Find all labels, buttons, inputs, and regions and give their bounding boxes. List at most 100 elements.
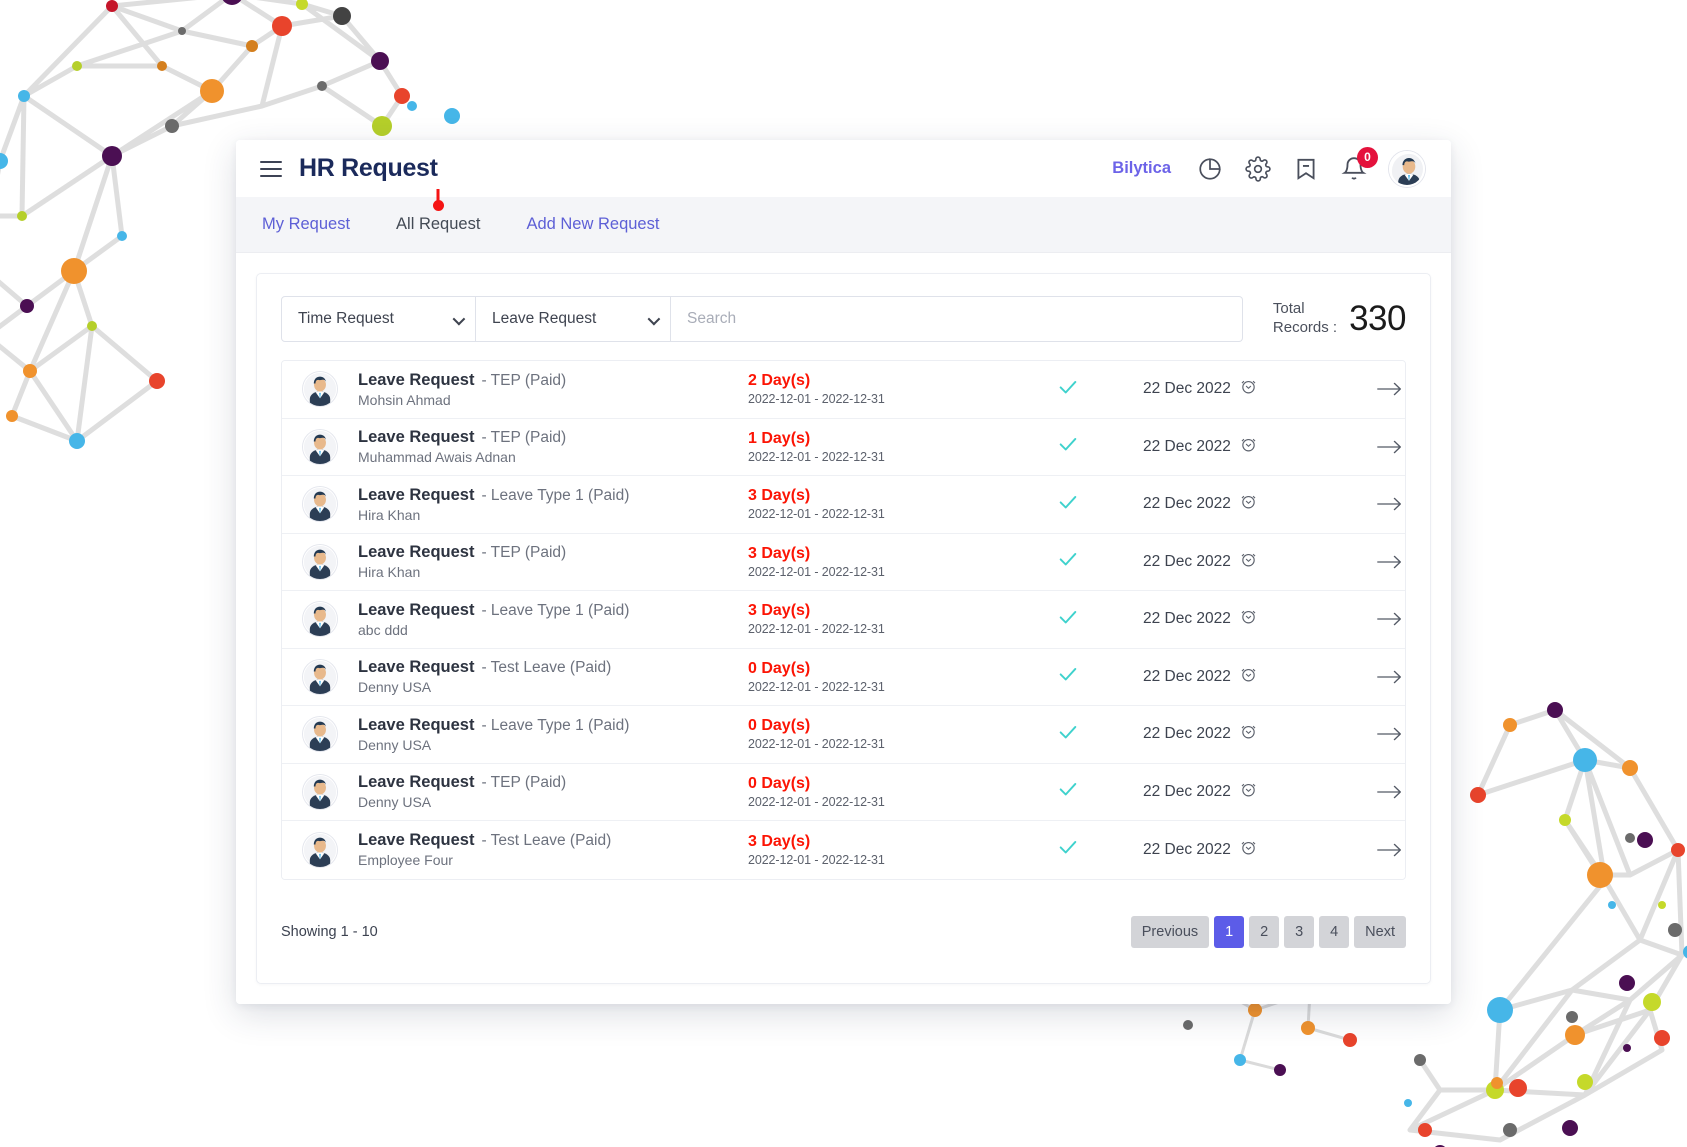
row-open-action[interactable]	[1373, 725, 1405, 743]
row-open-action[interactable]	[1373, 495, 1405, 513]
row-date-text: 22 Dec 2022	[1143, 667, 1231, 685]
row-person-name: abc ddd	[358, 621, 408, 638]
row-duration-cell: 3 Day(s) 2022-12-01 - 2022-12-31	[748, 545, 993, 579]
status-badge	[1057, 836, 1079, 863]
table-row[interactable]: Leave Request - TEP (Paid) Denny USA 0 D…	[282, 763, 1405, 821]
request-type-select[interactable]: Time Request	[281, 296, 476, 342]
leave-type-value: Leave Request	[492, 310, 597, 327]
row-date-text: 22 Dec 2022	[1143, 840, 1231, 858]
row-date-range: 2022-12-01 - 2022-12-31	[748, 564, 885, 579]
row-status-cell	[993, 433, 1143, 460]
row-day-count: 3 Day(s)	[748, 832, 811, 850]
row-title-cell: Leave Request - Test Leave (Paid) Denny …	[358, 658, 748, 695]
pagination-next[interactable]: Next	[1354, 915, 1406, 948]
row-open-action[interactable]	[1373, 380, 1405, 398]
table-row[interactable]: Leave Request - Leave Type 1 (Paid) Denn…	[282, 706, 1405, 764]
row-request-title: Leave Request	[358, 428, 475, 447]
alarm-clock-icon	[1240, 378, 1257, 400]
row-date-range: 2022-12-01 - 2022-12-31	[748, 852, 885, 867]
row-open-action[interactable]	[1373, 610, 1405, 628]
alarm-clock-icon	[1240, 436, 1257, 458]
row-duration-cell: 3 Day(s) 2022-12-01 - 2022-12-31	[748, 602, 993, 636]
pagination-page-3[interactable]: 3	[1284, 915, 1315, 948]
table-row[interactable]: Leave Request - Test Leave (Paid) Denny …	[282, 648, 1405, 706]
row-duration-cell: 1 Day(s) 2022-12-01 - 2022-12-31	[748, 430, 993, 464]
avatar	[303, 717, 337, 752]
table-row[interactable]: Leave Request - TEP (Paid) Muhammad Awai…	[282, 418, 1405, 476]
table-row[interactable]: Leave Request - TEP (Paid) Hira Khan 3 D…	[282, 533, 1405, 591]
avatar	[303, 544, 337, 579]
tab-all-request[interactable]: All Request	[396, 189, 480, 234]
table-row[interactable]: Leave Request - TEP (Paid) Mohsin Ahmad …	[282, 361, 1405, 419]
total-records-label: Total Records :	[1273, 300, 1337, 338]
content-area: Time Request Leave Request Total Records…	[236, 253, 1451, 1004]
avatar[interactable]	[1389, 150, 1425, 187]
row-date-cell: 22 Dec 2022	[1143, 608, 1373, 630]
avatar	[303, 487, 337, 522]
row-open-action[interactable]	[1373, 841, 1405, 859]
bookmark-icon[interactable]	[1293, 156, 1319, 182]
table-row[interactable]: Leave Request - Leave Type 1 (Paid) abc …	[282, 591, 1405, 649]
row-date-cell: 22 Dec 2022	[1143, 551, 1373, 573]
page-title: HR Request	[299, 154, 438, 182]
row-day-count: 0 Day(s)	[748, 774, 811, 792]
active-tab-pin-marker	[436, 189, 440, 206]
row-request-title: Leave Request	[358, 370, 475, 389]
search-input[interactable]	[671, 296, 1243, 342]
alarm-clock-icon	[1240, 781, 1257, 803]
alarm-clock-icon	[1240, 551, 1257, 573]
tab-add-new-request[interactable]: Add New Request	[526, 215, 659, 234]
row-status-cell	[993, 606, 1143, 633]
row-request-type: - Leave Type 1 (Paid)	[481, 601, 630, 619]
row-person-name: Hira Khan	[358, 564, 421, 581]
pagination-previous[interactable]: Previous	[1130, 915, 1210, 948]
row-date-text: 22 Dec 2022	[1143, 552, 1231, 570]
row-request-type: - Test Leave (Paid)	[481, 659, 612, 677]
row-open-action[interactable]	[1373, 438, 1405, 456]
pagination-page-1[interactable]: 1	[1214, 915, 1245, 948]
row-title-cell: Leave Request - Leave Type 1 (Paid) Denn…	[358, 716, 748, 753]
pie-chart-icon[interactable]	[1197, 156, 1223, 182]
row-date-text: 22 Dec 2022	[1143, 495, 1231, 513]
row-avatar-cell	[282, 544, 358, 579]
total-records-value: 330	[1349, 299, 1406, 338]
tab-my-request[interactable]: My Request	[262, 215, 350, 234]
status-badge	[1057, 606, 1079, 633]
row-open-action[interactable]	[1373, 553, 1405, 571]
row-open-action[interactable]	[1373, 783, 1405, 801]
row-open-action[interactable]	[1373, 668, 1405, 686]
row-avatar-cell	[282, 602, 358, 637]
bell-icon[interactable]: 0	[1341, 146, 1378, 182]
gear-icon[interactable]	[1245, 155, 1271, 182]
row-request-type: - TEP (Paid)	[481, 371, 567, 389]
row-date-cell: 22 Dec 2022	[1143, 839, 1373, 861]
row-avatar-cell	[282, 774, 358, 809]
row-person-name: Denny USA	[358, 736, 432, 753]
chevron-down-icon	[452, 312, 466, 326]
pagination-page-4[interactable]: 4	[1319, 915, 1350, 948]
pagination-page-2[interactable]: 2	[1249, 915, 1280, 948]
alarm-clock-icon	[1240, 493, 1257, 515]
row-date-cell: 22 Dec 2022	[1143, 723, 1373, 745]
row-duration-cell: 2 Day(s) 2022-12-01 - 2022-12-31	[748, 372, 993, 406]
row-request-title: Leave Request	[358, 485, 475, 504]
row-request-type: - TEP (Paid)	[481, 544, 567, 562]
requests-table: Leave Request - TEP (Paid) Mohsin Ahmad …	[281, 360, 1406, 880]
row-request-type: - Leave Type 1 (Paid)	[481, 486, 630, 504]
status-badge	[1057, 548, 1079, 575]
row-title-cell: Leave Request - TEP (Paid) Hira Khan	[358, 543, 748, 580]
hamburger-menu-icon[interactable]	[260, 160, 282, 177]
table-row[interactable]: Leave Request - Test Leave (Paid) Employ…	[282, 821, 1405, 879]
pagination: Previous 1 2 3 4 Next	[1130, 915, 1406, 948]
table-row[interactable]: Leave Request - Leave Type 1 (Paid) Hira…	[282, 476, 1405, 534]
leave-type-select[interactable]: Leave Request	[476, 296, 671, 342]
row-status-cell	[993, 491, 1143, 518]
row-date-range: 2022-12-01 - 2022-12-31	[748, 794, 885, 809]
row-duration-cell: 3 Day(s) 2022-12-01 - 2022-12-31	[748, 487, 993, 521]
row-title-cell: Leave Request - TEP (Paid) Mohsin Ahmad	[358, 371, 748, 408]
row-request-type: - TEP (Paid)	[481, 774, 567, 792]
screenshot-stage: HR Request Bilytica 0 My Request All Req…	[0, 0, 1687, 1147]
row-status-cell	[993, 836, 1143, 863]
row-duration-cell: 0 Day(s) 2022-12-01 - 2022-12-31	[748, 775, 993, 809]
row-duration-cell: 3 Day(s) 2022-12-01 - 2022-12-31	[748, 833, 993, 867]
